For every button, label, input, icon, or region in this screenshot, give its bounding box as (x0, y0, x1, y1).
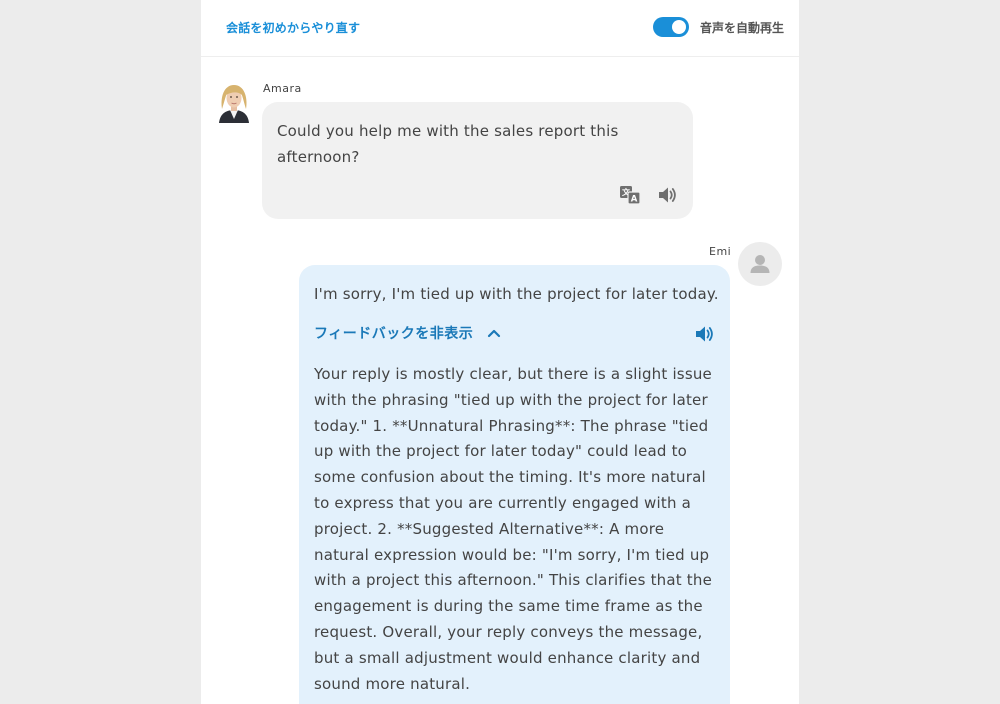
sender-name: Emi (709, 245, 732, 258)
feedback-text: Your reply is mostly clear, but there is… (314, 365, 713, 693)
toggle-knob (672, 20, 686, 34)
sender-name: Amara (263, 82, 302, 95)
user-message-text: I'm sorry, I'm tied up with the project … (314, 285, 719, 303)
feedback-toggle[interactable]: フィードバックを非表示 (314, 323, 501, 343)
user-message-bubble: I'm sorry, I'm tied up with the project … (299, 265, 730, 704)
speaker-icon[interactable] (656, 184, 678, 206)
chat-header: 会話を初めからやり直す 音声を自動再生 (201, 0, 799, 57)
svg-text:A: A (631, 195, 638, 205)
chat-panel: 会話を初めからやり直す 音声を自動再生 Amara Could you help… (201, 0, 799, 704)
autoplay-label: 音声を自動再生 (700, 21, 785, 35)
feedback-toggle-label: フィードバックを非表示 (314, 326, 474, 342)
restart-conversation-link[interactable]: 会話を初めからやり直す (226, 19, 360, 36)
translate-icon[interactable]: 文 A (619, 184, 641, 206)
autoplay-toggle[interactable] (653, 17, 689, 37)
assistant-message-bubble: Could you help me with the sales report … (262, 102, 693, 219)
assistant-message-text: Could you help me with the sales report … (277, 122, 619, 166)
avatar-emi (738, 242, 782, 286)
avatar-amara (213, 81, 255, 123)
speaker-icon[interactable] (693, 323, 715, 345)
chevron-up-icon (488, 329, 501, 338)
